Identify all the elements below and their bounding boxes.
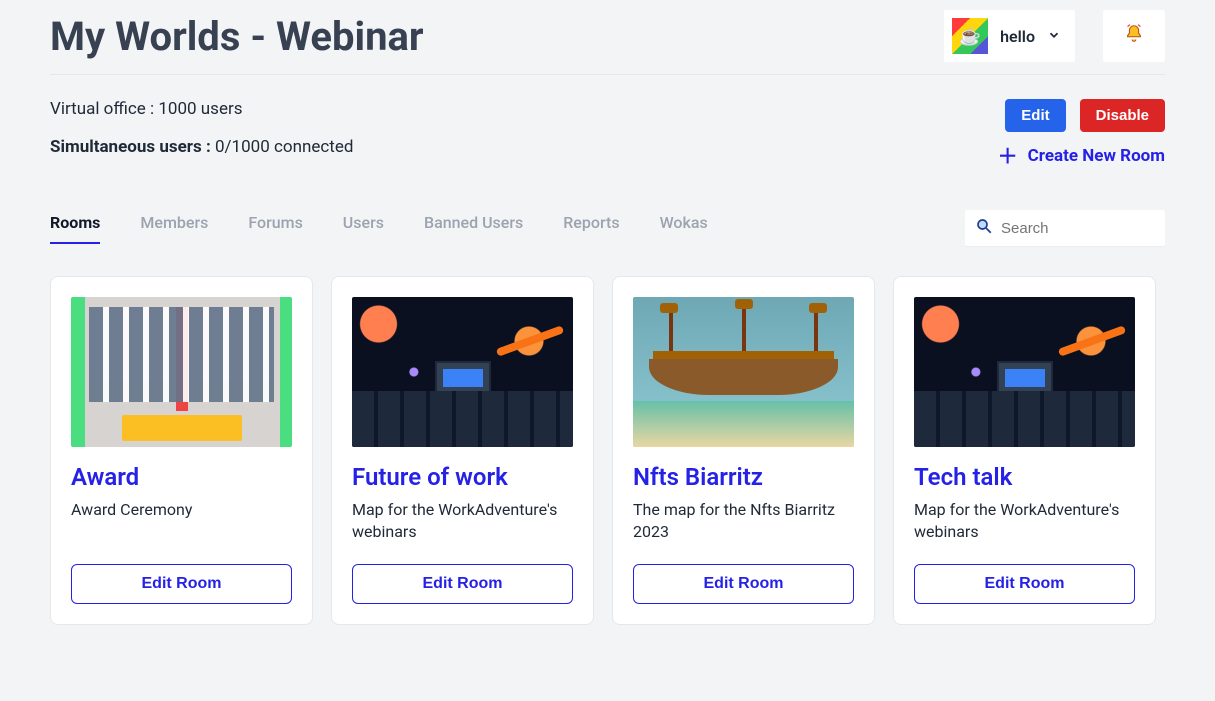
user-menu[interactable]: ☕ hello	[944, 10, 1075, 62]
room-title[interactable]: Award	[71, 463, 292, 491]
plan-label: Virtual office	[50, 99, 146, 119]
room-title[interactable]: Nfts Biarritz	[633, 463, 854, 491]
search-box[interactable]	[965, 210, 1165, 246]
notifications-button[interactable]	[1103, 10, 1165, 62]
simultaneous-line: Simultaneous users : 0/1000 connected	[50, 137, 353, 157]
create-room-link[interactable]: ＋ Create New Room	[998, 146, 1165, 166]
edit-room-button[interactable]: Edit Room	[352, 564, 573, 604]
tab-users[interactable]: Users	[343, 213, 384, 244]
header: My Worlds - Webinar ☕ hello	[50, 10, 1165, 75]
disable-button[interactable]: Disable	[1080, 99, 1165, 132]
room-title[interactable]: Future of work	[352, 463, 573, 491]
room-thumbnail[interactable]	[71, 297, 292, 447]
room-description: Award Ceremony	[71, 499, 292, 544]
create-room-label: Create New Room	[1028, 146, 1165, 166]
edit-room-button[interactable]: Edit Room	[71, 564, 292, 604]
tab-forums[interactable]: Forums	[248, 213, 302, 244]
plus-icon: ＋	[998, 146, 1018, 166]
room-card: Award Award Ceremony Edit Room	[50, 276, 313, 625]
room-title[interactable]: Tech talk	[914, 463, 1135, 491]
simultaneous-value: 0/1000 connected	[215, 137, 353, 157]
plan-value: 1000 users	[158, 99, 242, 119]
room-description: Map for the WorkAdventure's webinars	[352, 499, 573, 544]
room-card: Future of work Map for the WorkAdventure…	[331, 276, 594, 625]
room-thumbnail[interactable]	[352, 297, 573, 447]
room-thumbnail[interactable]	[914, 297, 1135, 447]
bell-icon	[1123, 23, 1145, 49]
room-description: The map for the Nfts Biarritz 2023	[633, 499, 854, 544]
chevron-down-icon	[1047, 27, 1061, 46]
tab-banned-users[interactable]: Banned Users	[424, 213, 523, 244]
tab-wokas[interactable]: Wokas	[660, 213, 708, 244]
search-input[interactable]	[1001, 220, 1155, 237]
edit-room-button[interactable]: Edit Room	[914, 564, 1135, 604]
room-cards: Award Award Ceremony Edit Room Future of…	[50, 276, 1165, 625]
simultaneous-label: Simultaneous users :	[50, 137, 211, 157]
room-thumbnail[interactable]	[633, 297, 854, 447]
user-name: hello	[1000, 27, 1035, 46]
page-title: My Worlds - Webinar	[50, 13, 424, 60]
room-card: Nfts Biarritz The map for the Nfts Biarr…	[612, 276, 875, 625]
tabs: Rooms Members Forums Users Banned Users …	[50, 213, 708, 244]
edit-button[interactable]: Edit	[1005, 99, 1065, 132]
world-stats: Virtual office : 1000 users Simultaneous…	[50, 99, 353, 157]
tab-reports[interactable]: Reports	[563, 213, 619, 244]
search-icon	[975, 217, 993, 239]
avatar: ☕	[952, 18, 988, 54]
plan-line: Virtual office : 1000 users	[50, 99, 353, 119]
tab-rooms[interactable]: Rooms	[50, 213, 100, 244]
edit-room-button[interactable]: Edit Room	[633, 564, 854, 604]
room-card: Tech talk Map for the WorkAdventure's we…	[893, 276, 1156, 625]
tab-members[interactable]: Members	[140, 213, 208, 244]
room-description: Map for the WorkAdventure's webinars	[914, 499, 1135, 544]
